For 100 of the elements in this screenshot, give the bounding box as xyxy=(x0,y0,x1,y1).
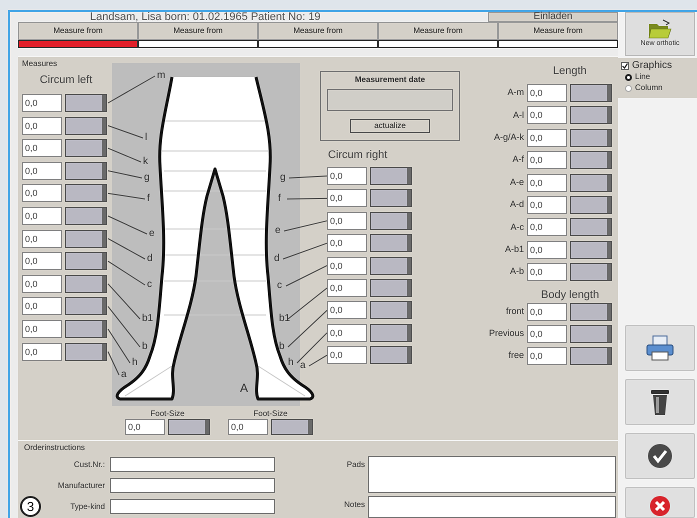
date-field[interactable] xyxy=(327,89,453,111)
spin-box[interactable] xyxy=(370,189,412,208)
value-field[interactable]: 0,0 xyxy=(527,84,567,102)
spin-box[interactable] xyxy=(65,162,107,180)
radio-button[interactable] xyxy=(625,74,632,80)
cancel-button[interactable] xyxy=(625,487,695,518)
value-field[interactable]: 0,0 xyxy=(527,325,567,344)
value-field[interactable]: 0,0 xyxy=(527,240,567,259)
spin-box[interactable] xyxy=(570,151,612,170)
spin-box[interactable] xyxy=(570,174,612,192)
value-field[interactable]: 0,0 xyxy=(527,196,567,214)
spin-box[interactable] xyxy=(370,256,412,275)
spin-box[interactable] xyxy=(570,347,612,366)
point-label: g xyxy=(144,173,150,183)
value-field[interactable]: 0,0 xyxy=(527,303,567,322)
spin-box[interactable] xyxy=(65,94,107,112)
spin-box[interactable] xyxy=(370,301,412,320)
spin-box[interactable] xyxy=(65,342,107,361)
value-field[interactable]: 0,0 xyxy=(22,320,62,338)
spin-box[interactable] xyxy=(65,139,107,158)
spin-box[interactable] xyxy=(570,263,612,282)
text-area[interactable] xyxy=(368,456,616,493)
spin-box[interactable] xyxy=(65,206,107,225)
value-field[interactable]: 0,0 xyxy=(22,297,62,316)
leader-line xyxy=(286,198,328,200)
spin-box[interactable] xyxy=(271,419,313,435)
spin-box[interactable] xyxy=(65,116,107,135)
value-field[interactable]: 0,0 xyxy=(327,234,367,252)
print-button[interactable] xyxy=(625,325,695,371)
value-field[interactable]: 0,0 xyxy=(527,174,567,192)
spin-box[interactable] xyxy=(370,234,412,252)
value-field[interactable]: 0,0 xyxy=(22,230,62,248)
value-field[interactable]: 0,0 xyxy=(22,116,62,135)
tab[interactable]: Measure from xyxy=(18,22,138,40)
text-area[interactable] xyxy=(368,496,616,518)
spin-box[interactable] xyxy=(168,419,210,435)
foot-size-label: Foot-Size xyxy=(253,408,288,419)
radio-label: Column xyxy=(635,83,663,93)
spin-box[interactable] xyxy=(570,303,612,322)
input-field[interactable] xyxy=(110,478,275,493)
value-field[interactable]: 0,0 xyxy=(22,94,62,112)
spin-box[interactable] xyxy=(570,196,612,214)
point-label: e xyxy=(275,226,281,236)
value-field[interactable]: 0,0 xyxy=(327,324,367,342)
value-field[interactable]: 0,0 xyxy=(327,301,367,320)
spin-box[interactable] xyxy=(570,218,612,236)
value-field[interactable]: 0,0 xyxy=(527,128,567,147)
confirm-button[interactable] xyxy=(625,433,695,479)
value-field[interactable]: 0,0 xyxy=(327,256,367,275)
value-field[interactable]: 0,0 xyxy=(527,218,567,236)
spin-box[interactable] xyxy=(370,346,412,364)
length-label: A-l xyxy=(512,108,525,122)
value-field[interactable]: 0,0 xyxy=(327,278,367,297)
load-button[interactable]: Einladen xyxy=(488,12,618,22)
spin-box[interactable] xyxy=(65,297,107,316)
value-field[interactable]: 0,0 xyxy=(22,162,62,180)
spin-box[interactable] xyxy=(65,252,107,270)
value-field[interactable]: 0,0 xyxy=(22,274,62,293)
value-field[interactable]: 0,0 xyxy=(327,346,367,364)
value-field[interactable]: 0,0 xyxy=(527,151,567,170)
value-field[interactable]: 0,0 xyxy=(228,419,268,435)
spin-box[interactable] xyxy=(370,324,412,342)
field-label: Type-kind xyxy=(69,500,105,512)
spin-box[interactable] xyxy=(570,325,612,344)
spin-box[interactable] xyxy=(65,184,107,202)
spin-box[interactable] xyxy=(370,278,412,297)
tab[interactable]: Measure from xyxy=(258,22,378,40)
spin-box[interactable] xyxy=(65,320,107,338)
value-field[interactable]: 0,0 xyxy=(327,189,367,208)
value-field[interactable]: 0,0 xyxy=(327,167,367,185)
input-field[interactable] xyxy=(110,457,275,472)
point-label: c xyxy=(277,281,282,291)
value-field[interactable]: 0,0 xyxy=(22,342,62,361)
value-field[interactable]: 0,0 xyxy=(125,419,165,435)
value-field[interactable]: 0,0 xyxy=(527,347,567,366)
spin-box[interactable] xyxy=(65,230,107,248)
spin-box[interactable] xyxy=(570,240,612,259)
length-label: free xyxy=(507,349,525,362)
value-field[interactable]: 0,0 xyxy=(22,184,62,202)
point-label: h xyxy=(288,358,294,368)
spin-box[interactable] xyxy=(570,106,612,124)
actualize-button[interactable]: actualize xyxy=(350,119,430,133)
tab[interactable]: Measure from xyxy=(378,22,498,40)
radio-button[interactable] xyxy=(625,84,632,92)
spin-box[interactable] xyxy=(370,212,412,230)
value-field[interactable]: 0,0 xyxy=(327,212,367,230)
spin-box[interactable] xyxy=(570,84,612,102)
value-field[interactable]: 0,0 xyxy=(22,206,62,225)
value-field[interactable]: 0,0 xyxy=(22,139,62,158)
input-field[interactable] xyxy=(110,499,275,514)
spin-box[interactable] xyxy=(570,128,612,147)
tab[interactable]: Measure from xyxy=(498,22,618,40)
value-field[interactable]: 0,0 xyxy=(22,252,62,270)
value-field[interactable]: 0,0 xyxy=(527,263,567,282)
graphics-checkbox[interactable] xyxy=(621,62,629,70)
delete-button[interactable] xyxy=(625,379,695,425)
value-field[interactable]: 0,0 xyxy=(527,106,567,124)
tab[interactable]: Measure from xyxy=(138,22,258,40)
spin-box[interactable] xyxy=(65,274,107,293)
spin-box[interactable] xyxy=(370,167,412,185)
